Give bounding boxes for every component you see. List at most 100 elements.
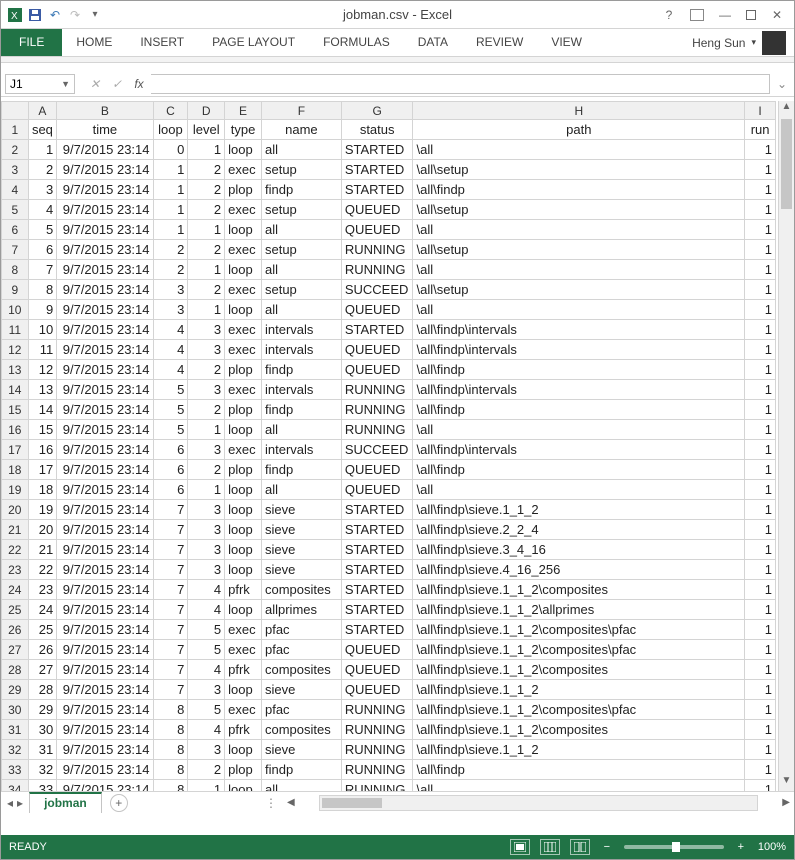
scroll-down-icon[interactable]: ▼ (779, 775, 794, 791)
cell[interactable]: exec (225, 700, 262, 720)
cell[interactable]: 3 (188, 340, 225, 360)
cell[interactable]: \all\findp\sieve.1_1_2\composites\pfac (413, 640, 745, 660)
cell[interactable]: intervals (261, 440, 341, 460)
tab-formulas[interactable]: FORMULAS (309, 29, 404, 56)
cell[interactable]: 1 (745, 760, 776, 780)
cell[interactable]: \all\findp\sieve.1_1_2 (413, 740, 745, 760)
cell[interactable]: 4 (153, 360, 188, 380)
cell[interactable]: STARTED (341, 320, 413, 340)
cell[interactable]: 9/7/2015 23:14 (57, 760, 153, 780)
cell[interactable]: \all\findp\intervals (413, 380, 745, 400)
cell[interactable]: 9/7/2015 23:14 (57, 480, 153, 500)
col-header[interactable]: C (153, 102, 188, 120)
cell[interactable]: RUNNING (341, 260, 413, 280)
cell[interactable]: 1 (745, 700, 776, 720)
cell[interactable]: 12 (28, 360, 57, 380)
cell[interactable]: \all\findp\intervals (413, 440, 745, 460)
cell[interactable]: 9/7/2015 23:14 (57, 160, 153, 180)
zoom-level[interactable]: 100% (758, 841, 786, 853)
cell[interactable]: 6 (28, 240, 57, 260)
cell[interactable]: 14 (28, 400, 57, 420)
cell[interactable]: plop (225, 460, 262, 480)
cell[interactable]: 3 (188, 440, 225, 460)
horizontal-scrollbar[interactable] (319, 795, 759, 811)
cell[interactable]: RUNNING (341, 420, 413, 440)
row-header[interactable]: 2 (2, 140, 29, 160)
cell[interactable]: plop (225, 760, 262, 780)
cell[interactable]: all (261, 420, 341, 440)
cell[interactable]: 9/7/2015 23:14 (57, 380, 153, 400)
cell[interactable]: 2 (188, 760, 225, 780)
tab-review[interactable]: REVIEW (462, 29, 537, 56)
cell[interactable]: \all (413, 780, 745, 792)
cell[interactable]: 1 (745, 380, 776, 400)
cell[interactable]: pfrk (225, 720, 262, 740)
row-header[interactable]: 16 (2, 420, 29, 440)
cell[interactable]: \all\findp (413, 360, 745, 380)
formula-input[interactable] (151, 74, 770, 94)
cell[interactable]: 25 (28, 620, 57, 640)
row-header[interactable]: 24 (2, 580, 29, 600)
cell[interactable]: 0 (153, 140, 188, 160)
cell[interactable]: run (745, 120, 776, 140)
cell[interactable]: \all (413, 260, 745, 280)
cell[interactable]: 1 (745, 520, 776, 540)
user-dropdown-icon[interactable]: ▾ (751, 37, 756, 48)
cell[interactable]: 2 (188, 460, 225, 480)
cell[interactable]: composites (261, 720, 341, 740)
cell[interactable]: 1 (745, 280, 776, 300)
cell[interactable]: 9/7/2015 23:14 (57, 520, 153, 540)
cell[interactable]: SUCCEED (341, 280, 413, 300)
cell[interactable]: 5 (153, 400, 188, 420)
tab-file[interactable]: FILE (1, 29, 62, 56)
cell[interactable]: \all (413, 220, 745, 240)
cell[interactable]: allprimes (261, 600, 341, 620)
cell[interactable]: loop (225, 540, 262, 560)
cell[interactable]: loop (225, 260, 262, 280)
cell[interactable]: exec (225, 320, 262, 340)
scroll-up-icon[interactable]: ▲ (779, 101, 794, 117)
cell[interactable]: 1 (153, 200, 188, 220)
cell[interactable]: exec (225, 440, 262, 460)
cell[interactable]: 1 (745, 680, 776, 700)
cell[interactable]: sieve (261, 740, 341, 760)
cell[interactable]: 1 (745, 360, 776, 380)
cell[interactable]: RUNNING (341, 700, 413, 720)
cell[interactable]: 9/7/2015 23:14 (57, 500, 153, 520)
worksheet[interactable]: A B C D E F G H I 1seqtimeloopleveltypen… (1, 101, 794, 791)
cell[interactable]: 3 (188, 320, 225, 340)
cell[interactable]: \all\setup (413, 200, 745, 220)
cell[interactable]: seq (28, 120, 57, 140)
close-icon[interactable]: ✕ (768, 6, 786, 24)
cell[interactable]: 2 (188, 360, 225, 380)
row-header[interactable]: 27 (2, 640, 29, 660)
row-header[interactable]: 7 (2, 240, 29, 260)
cell[interactable]: 1 (745, 160, 776, 180)
cell[interactable]: 33 (28, 780, 57, 792)
cell[interactable]: 7 (153, 540, 188, 560)
cell[interactable]: 9 (28, 300, 57, 320)
cell[interactable]: 9/7/2015 23:14 (57, 360, 153, 380)
cell[interactable]: 5 (28, 220, 57, 240)
cell[interactable]: 1 (188, 260, 225, 280)
minimize-icon[interactable]: — (716, 6, 734, 24)
cell[interactable]: intervals (261, 320, 341, 340)
cell[interactable]: RUNNING (341, 740, 413, 760)
cell[interactable]: 9/7/2015 23:14 (57, 700, 153, 720)
cell[interactable]: \all (413, 300, 745, 320)
cell[interactable]: sieve (261, 560, 341, 580)
cell[interactable]: 9/7/2015 23:14 (57, 180, 153, 200)
cell[interactable]: 11 (28, 340, 57, 360)
cell[interactable]: setup (261, 240, 341, 260)
cell[interactable]: 9/7/2015 23:14 (57, 320, 153, 340)
cell[interactable]: level (188, 120, 225, 140)
cell[interactable]: 1 (153, 220, 188, 240)
cell[interactable]: composites (261, 660, 341, 680)
hscroll-right-icon[interactable]: ▶ (778, 797, 794, 808)
cell[interactable]: 6 (153, 460, 188, 480)
cell[interactable]: 32 (28, 760, 57, 780)
page-break-view-icon[interactable] (570, 839, 590, 855)
cell[interactable]: 9/7/2015 23:14 (57, 440, 153, 460)
cell[interactable]: 9/7/2015 23:14 (57, 620, 153, 640)
save-icon[interactable] (27, 7, 43, 23)
